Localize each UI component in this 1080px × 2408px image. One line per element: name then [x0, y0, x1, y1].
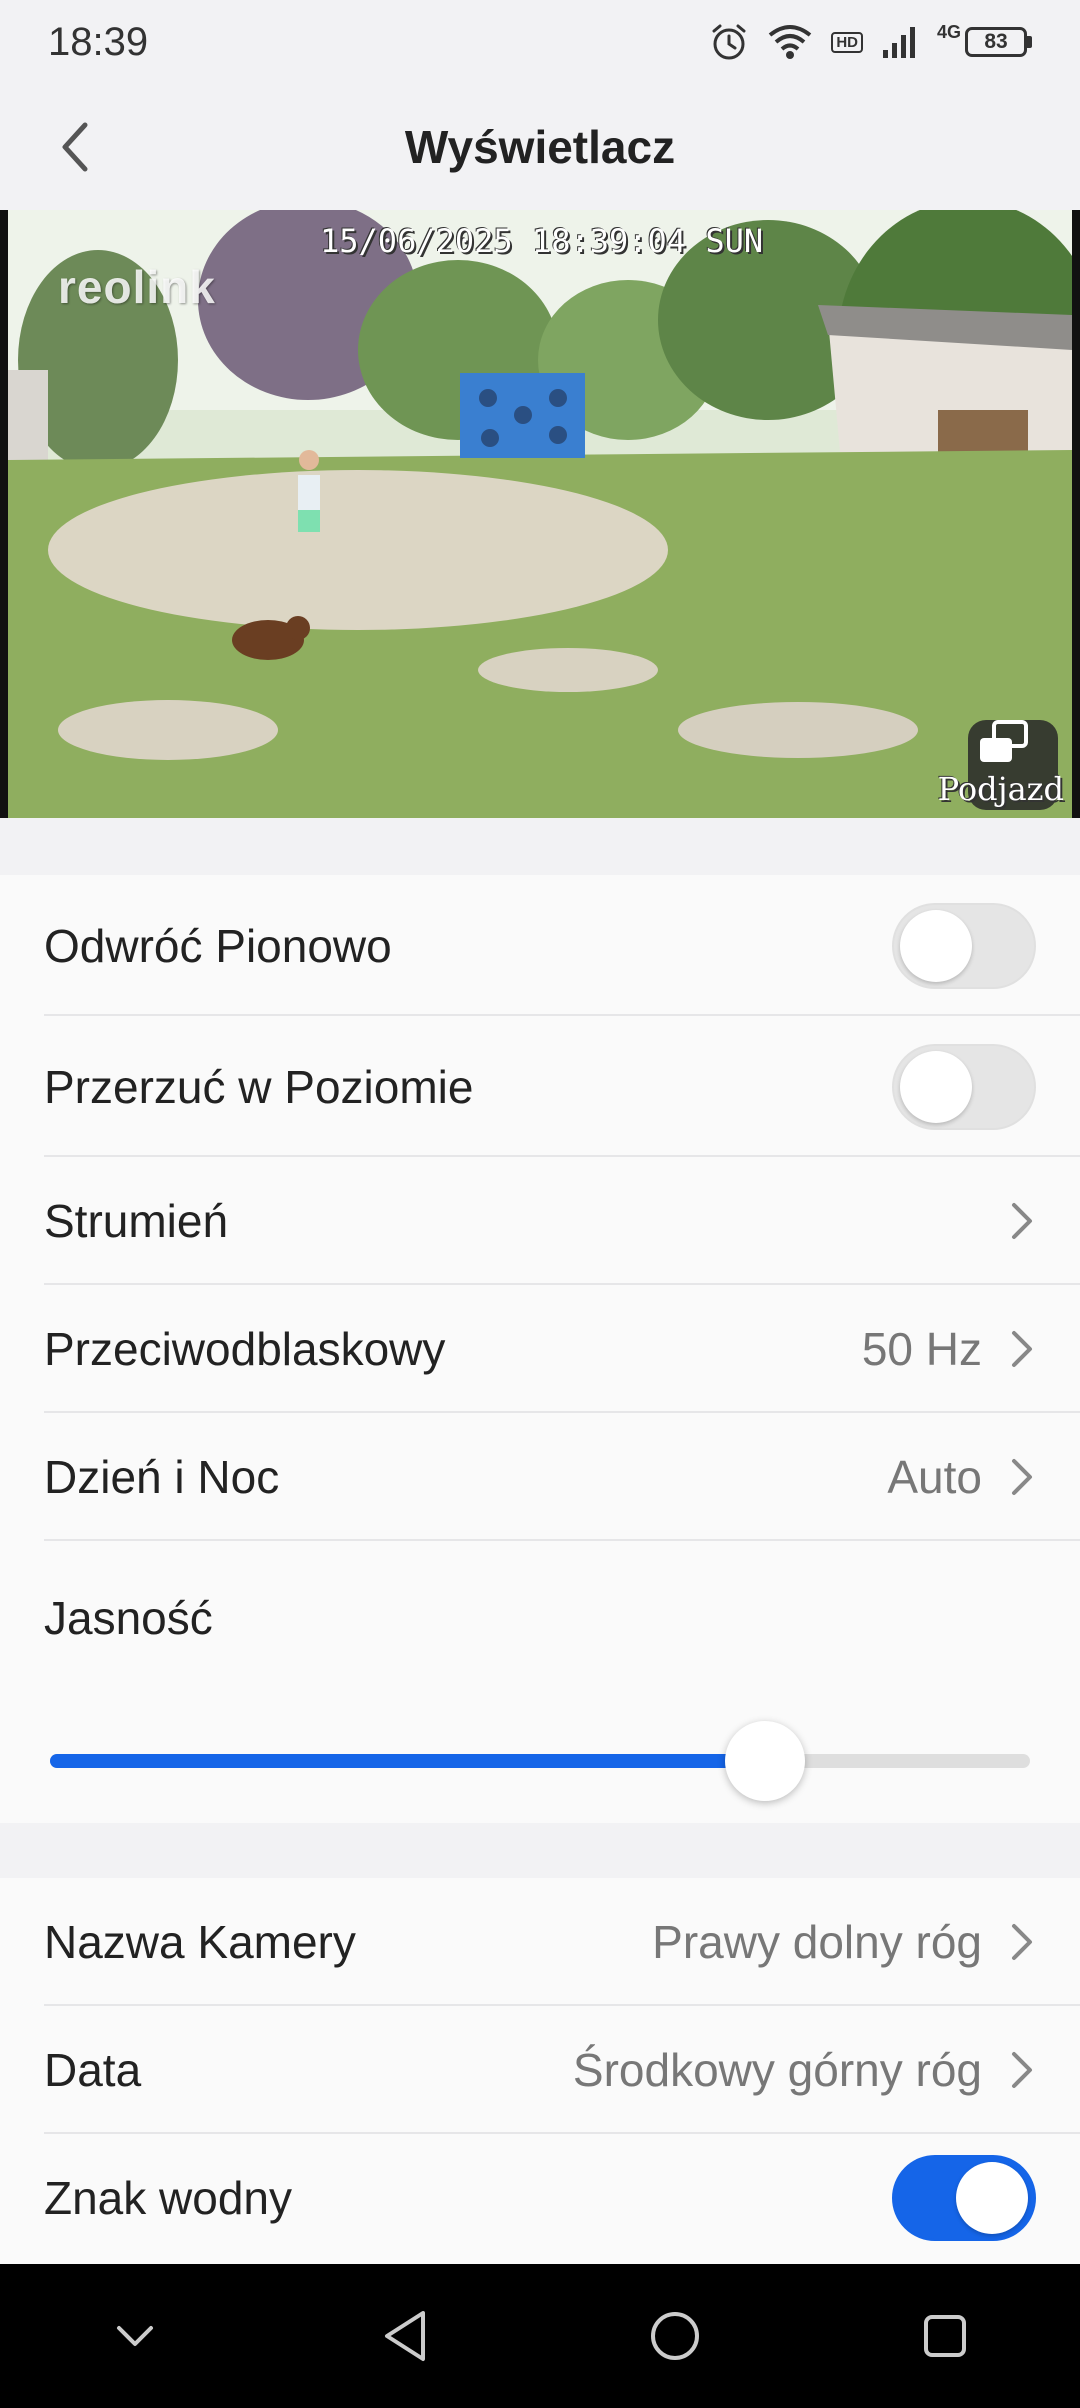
chevron-down-icon: [117, 2326, 153, 2346]
camera-name-label: Nazwa Kamery: [44, 1916, 356, 1968]
anti-flicker-row[interactable]: Przeciwodblaskowy 50 Hz: [0, 1285, 1080, 1413]
chevron-left-icon: [62, 122, 88, 172]
alarm-icon: [712, 24, 746, 60]
recents-square-icon: [924, 2315, 966, 2357]
camera-name-value: Prawy dolny róg: [652, 1916, 982, 1968]
app-header: Wyświetlacz: [0, 84, 1080, 210]
brightness-slider[interactable]: [50, 1721, 1030, 1801]
watermark-row: Znak wodny: [0, 2134, 1080, 2262]
back-button[interactable]: [40, 112, 110, 182]
osd-datetime: 15/06/2025 18:39:04 SUN: [320, 222, 764, 260]
mirror-horizontal-toggle[interactable]: [892, 1043, 1036, 1130]
brightness-block: Jasność: [0, 1541, 1080, 1821]
brightness-label: Jasność: [44, 1592, 213, 1644]
signal-icon: [882, 27, 915, 58]
camera-preview[interactable]: 15/06/2025 18:39:04 SUN reolink Podjazd: [0, 210, 1080, 818]
osd-camera-name: Podjazd: [937, 770, 1064, 808]
flip-vertical-row: Odwróć Pionowo: [0, 875, 1080, 1016]
flip-vertical-label: Odwróć Pionowo: [44, 919, 392, 972]
anti-flicker-label: Przeciwodblaskowy: [44, 1323, 446, 1375]
battery-icon: 83: [965, 27, 1032, 57]
brightness-thumb[interactable]: [725, 1721, 805, 1801]
status-time: 18:39: [48, 19, 149, 64]
flip-vertical-toggle[interactable]: [892, 902, 1036, 989]
nav-home-button[interactable]: [625, 2286, 725, 2386]
mirror-horizontal-label: Przerzuć w Poziomie: [44, 1060, 474, 1113]
chevron-right-icon: [1012, 1203, 1032, 1239]
camera-name-row[interactable]: Nazwa Kamery Prawy dolny róg: [0, 1878, 1080, 2006]
osd-settings-group: Nazwa Kamery Prawy dolny róg Data Środko…: [0, 1878, 1080, 2264]
watermark-toggle[interactable]: [892, 2155, 1036, 2241]
back-triangle-icon: [385, 2311, 425, 2361]
display-settings-group: Odwróć Pionowo Przerzuć w Poziomie Strum…: [0, 875, 1080, 1823]
date-label: Data: [44, 2044, 142, 2096]
network-type: 4G: [936, 21, 961, 42]
home-circle-icon: [651, 2312, 699, 2360]
picture-in-picture-icon: [980, 720, 1028, 762]
nav-recents-button[interactable]: [895, 2286, 995, 2386]
anti-flicker-value: 50 Hz: [861, 1323, 982, 1375]
stream-row[interactable]: Strumień: [0, 1157, 1080, 1285]
mirror-horizontal-row: Przerzuć w Poziomie: [0, 1016, 1080, 1157]
stream-label: Strumień: [44, 1195, 229, 1247]
day-night-row[interactable]: Dzień i Noc Auto: [0, 1413, 1080, 1541]
watermark-label: Znak wodny: [44, 2172, 293, 2224]
battery-level: 83: [984, 30, 1008, 53]
date-row[interactable]: Data Środkowy górny róg: [0, 2006, 1080, 2134]
system-nav-bar: [0, 2264, 1080, 2408]
nav-collapse-button[interactable]: [85, 2286, 185, 2386]
chevron-right-icon: [1012, 1459, 1032, 1495]
brightness-fill: [50, 1754, 765, 1768]
status-icons: HD 4G 83: [709, 22, 1032, 62]
date-value: Środkowy górny róg: [572, 2044, 982, 2096]
day-night-value: Auto: [887, 1451, 982, 1503]
wifi-icon: [769, 25, 812, 59]
reolink-logo: reolink: [58, 261, 216, 313]
page-title: Wyświetlacz: [404, 121, 676, 173]
hd-voice-icon: HD: [831, 31, 863, 53]
chevron-right-icon: [1012, 1924, 1032, 1960]
chevron-right-icon: [1012, 2052, 1032, 2088]
chevron-right-icon: [1012, 1331, 1032, 1367]
day-night-label: Dzień i Noc: [44, 1451, 280, 1503]
status-bar: 18:39 HD 4G 83: [0, 0, 1080, 84]
nav-back-button[interactable]: [355, 2286, 455, 2386]
